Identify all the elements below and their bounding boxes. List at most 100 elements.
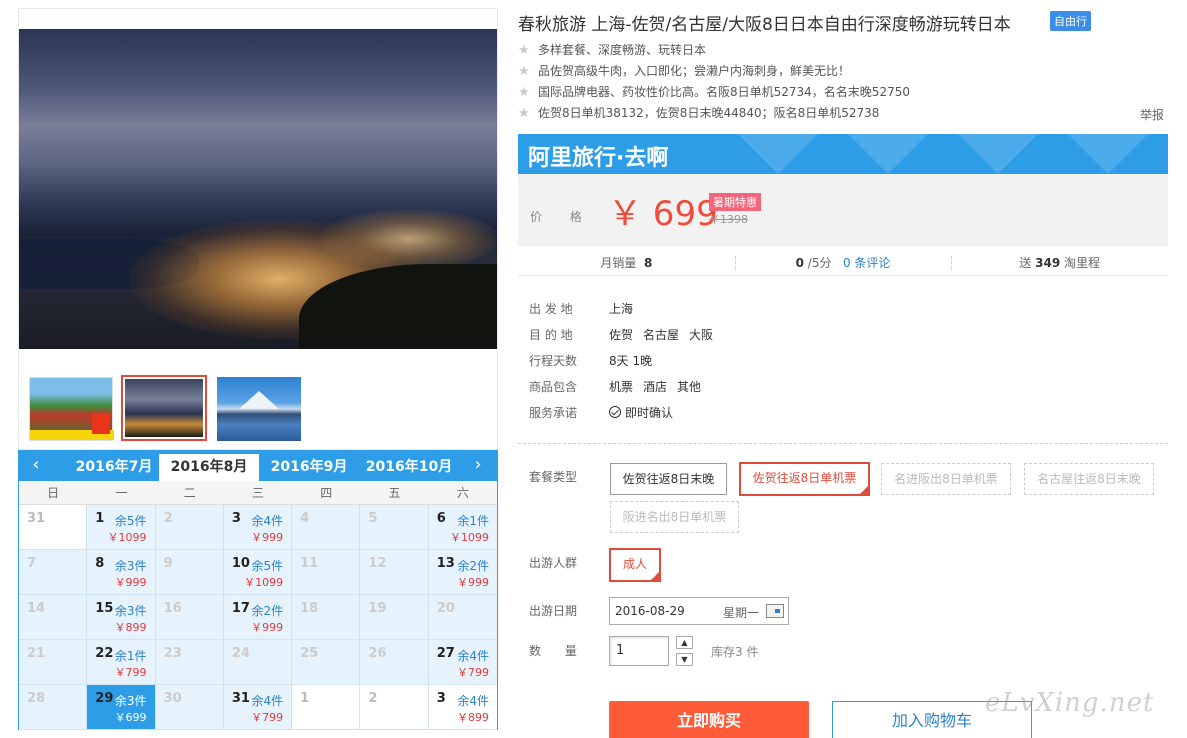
calendar-day-cell[interactable]: 13 余2件 ￥999 — [428, 550, 497, 595]
day-number: 6 — [436, 511, 446, 526]
calendar-day-cell[interactable]: 3 余4件 ￥899 — [428, 685, 497, 730]
day-number: 31 — [231, 691, 250, 706]
calendar-day-cell: 11 — [292, 550, 361, 595]
day-price: ￥1099 — [244, 576, 284, 589]
watermark: eLvXing.net — [985, 688, 1155, 718]
package-option-2-selected[interactable]: 佐贺往返8日单机票 ✓ — [739, 462, 870, 496]
weekday-label: 二 — [183, 486, 196, 500]
calendar-day-cell[interactable]: 1 余5件 ￥1099 — [87, 505, 156, 550]
star-icon: ★ — [518, 106, 530, 121]
calendar-day-cell: 2 — [360, 685, 429, 730]
calendar-day-cell[interactable]: 17 余2件 ￥999 — [223, 595, 293, 640]
chevron-right-icon[interactable]: › — [463, 451, 493, 481]
day-number: 28 — [27, 691, 46, 706]
calendar-day-cell[interactable]: 27 余4件 ￥799 — [428, 640, 497, 685]
weekday-label: 一 — [115, 486, 128, 500]
calendar-day-cell: 21 — [19, 640, 88, 685]
free-travel-badge: 自由行 — [1050, 11, 1091, 31]
day-price: ￥999 — [251, 621, 284, 634]
day-number: 4 — [300, 511, 310, 526]
day-number: 2 — [368, 691, 378, 706]
brand-logo-text: 阿里旅行·去啊 — [528, 146, 669, 171]
calendar-day-cell: 28 — [19, 685, 88, 730]
traveler-adult-selected[interactable]: 成人 ✓ — [609, 548, 661, 582]
reviews-link[interactable]: 0 条评论 — [843, 256, 890, 270]
star-icon: ★ — [518, 43, 530, 58]
day-price: ￥799 — [114, 666, 147, 679]
calendar-day-cell: 30 — [155, 685, 224, 730]
price-row: 价 格 ￥ 699 暑期特惠 ￥1398 — [518, 174, 1168, 246]
feature-item: ★ 多样套餐、深度畅游、玩转日本 — [518, 43, 707, 58]
feature-item: ★ 品佐贺高级牛肉，入口即化；尝濑户内海刺身，鲜美无比！ — [518, 64, 851, 79]
day-stock: 余2件 — [457, 559, 489, 573]
feature-item: ★ 佐贺8日单机38132，佐贺8日末晚44840；阪名8日单机52738 — [518, 106, 880, 121]
package-option-5[interactable]: 阪进名出8日单机票 — [610, 501, 739, 533]
quantity-down-button[interactable]: ▼ — [676, 653, 693, 666]
quantity-up-button[interactable]: ▲ — [676, 636, 693, 649]
day-number: 1 — [95, 511, 105, 526]
day-number: 2 — [163, 511, 173, 526]
weekday-label: 五 — [388, 486, 401, 500]
day-number: 21 — [27, 646, 46, 661]
calendar-day-cell[interactable]: 31 余4件 ￥799 — [223, 685, 293, 730]
star-icon: ★ — [518, 85, 530, 100]
day-stock: 余1件 — [457, 514, 489, 528]
product-info: 出 发 地 上海 目 的 地 佐贺 名古屋 大阪 行程天数 8天 1晚 商品包含 机… — [529, 300, 713, 430]
chevron-left-icon[interactable]: ‹ — [21, 451, 51, 481]
tab-month-4[interactable]: 2016年10月 — [359, 454, 459, 481]
promo-badge: 暑期特惠 — [709, 193, 761, 211]
package-option-4[interactable]: 名古屋往返8日末晚 — [1024, 463, 1154, 495]
day-number: 13 — [436, 556, 455, 571]
star-icon: ★ — [518, 64, 530, 79]
calendar-day-cell: 24 — [223, 640, 293, 685]
tab-month-2[interactable]: 2016年8月 — [159, 454, 259, 481]
day-stock: 余4件 — [251, 694, 284, 708]
weekday-label: 三 — [251, 486, 264, 500]
calendar-day-cell[interactable]: 8 余3件 ￥999 — [87, 550, 156, 595]
day-price: ￥999 — [251, 531, 284, 544]
day-number: 29 — [95, 691, 114, 706]
day-number: 18 — [300, 601, 319, 616]
calendar-day-cell: 20 — [428, 595, 497, 640]
calendar-day-cell[interactable]: 10 余5件 ￥1099 — [223, 550, 293, 595]
feature-list: ★ 多样套餐、深度畅游、玩转日本 ★ 品佐贺高级牛肉，入口即化；尝濑户内海刺身，鲜美… — [518, 42, 1168, 126]
info-departure: 出 发 地 上海 — [529, 302, 634, 316]
day-number: 25 — [300, 646, 319, 661]
calendar-day-cell[interactable]: 22 余1件 ￥799 — [87, 640, 156, 685]
package-option-1[interactable]: 佐贺往返8日末晚 — [610, 463, 727, 495]
thumbnail-1[interactable] — [29, 377, 114, 441]
report-link[interactable]: 举报 — [1140, 106, 1164, 123]
calendar-day-cell[interactable]: 3 余4件 ￥999 — [223, 505, 293, 550]
stock-text: 库存3 件 — [711, 645, 759, 659]
buy-now-button[interactable]: 立即购买 — [609, 701, 809, 738]
calendar-day-cell[interactable]: 15 余3件 ￥899 — [87, 595, 156, 640]
calendar-day-cell[interactable]: 6 余1件 ￥1099 — [428, 505, 497, 550]
day-number: 9 — [163, 556, 173, 571]
tab-month-3[interactable]: 2016年9月 — [259, 454, 359, 481]
date-picker-field[interactable]: 2016-08-29 星期一 — [609, 597, 789, 625]
calendar-day-cell[interactable]: 29 余3件 ￥699 — [87, 685, 156, 730]
calendar-weekdays: 日 一 二 三 四 五 六 — [19, 481, 497, 505]
calendar-icon[interactable] — [766, 604, 784, 618]
day-price: ￥999 — [456, 576, 489, 589]
day-number: 31 — [27, 511, 46, 526]
thumbnail-3[interactable] — [217, 377, 301, 441]
brand-banner: 阿里旅行·去啊 — [518, 134, 1168, 174]
calendar-day-cell: 16 — [155, 595, 224, 640]
day-number: 30 — [163, 691, 182, 706]
package-option-3[interactable]: 名进阪出8日单机票 — [881, 463, 1011, 495]
day-stock: 余4件 — [251, 514, 284, 528]
calendar-day-cell: 23 — [155, 640, 224, 685]
product-gallery — [18, 8, 498, 450]
info-destination: 目 的 地 佐贺 名古屋 大阪 — [529, 328, 714, 342]
day-number: 11 — [300, 556, 319, 571]
day-price: ￥899 — [456, 711, 489, 724]
calendar-day-cell: 9 — [155, 550, 224, 595]
calendar-day-cell: 18 — [292, 595, 361, 640]
day-number: 19 — [368, 601, 387, 616]
tab-month-1[interactable]: 2016年7月 — [64, 454, 164, 481]
day-price: ￥899 — [114, 621, 147, 634]
thumbnail-2-selected[interactable] — [121, 375, 207, 441]
day-stock: 余2件 — [251, 604, 284, 618]
quantity-input[interactable]: 1 — [609, 636, 669, 666]
